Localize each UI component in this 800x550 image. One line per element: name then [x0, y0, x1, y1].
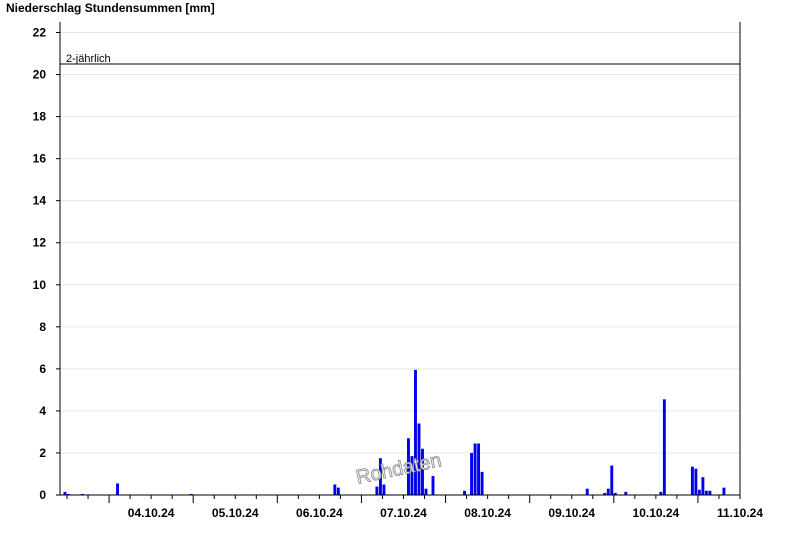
watermark-group: Rohdaten — [354, 449, 444, 489]
bar — [473, 443, 477, 495]
bar — [424, 488, 428, 495]
y-tick-label: 4 — [39, 404, 46, 418]
axes — [59, 22, 741, 496]
y-tick-label: 22 — [33, 26, 47, 40]
bar — [477, 443, 481, 495]
bar — [704, 490, 708, 495]
y-tick-label: 14 — [33, 194, 47, 208]
x-tick-label: 04.10.24 — [128, 506, 175, 520]
bar — [382, 484, 386, 495]
bar — [463, 490, 466, 495]
y-axis-ticks: 0 2 4 6 8 10 12 14 16 18 20 22 — [33, 26, 60, 502]
y-tick-label: 0 — [39, 488, 46, 502]
grid-lines — [60, 32, 740, 454]
x-tick-label: 07.10.24 — [380, 506, 427, 520]
y-tick-label: 6 — [39, 362, 46, 376]
reference-line-group: 2-jährlich — [60, 53, 740, 65]
reference-line-label: 2-jährlich — [66, 53, 111, 65]
bar — [701, 477, 705, 495]
precipitation-chart: 2-jährlich 0246810121416182022 04.10.24 0… — [33, 22, 763, 520]
y-tick-label: 2 — [39, 446, 46, 460]
bar — [694, 468, 698, 495]
x-axis-ticks: 04.10.24 05.10.24 06.10.24 07.10.24 08.10.24… — [66, 495, 763, 520]
bar — [610, 465, 614, 495]
watermark: Rohdaten — [354, 449, 443, 489]
bar — [431, 476, 435, 495]
y-tick-label: 10 — [33, 278, 47, 292]
bar — [480, 471, 484, 495]
y-tick-label: 12 — [33, 236, 47, 250]
bar — [116, 483, 119, 495]
x-tick-label: 08.10.24 — [464, 506, 511, 520]
x-tick-label: 10.10.24 — [633, 506, 680, 520]
bar — [336, 487, 340, 495]
x-tick-label: 05.10.24 — [212, 506, 259, 520]
bar — [333, 484, 337, 495]
bar — [690, 466, 694, 495]
bar — [470, 452, 474, 495]
y-tick-label: 8 — [39, 320, 46, 334]
x-tick-label: 06.10.24 — [296, 506, 343, 520]
bar — [697, 489, 701, 495]
y-tick-label: 20 — [33, 68, 47, 82]
bar — [585, 488, 589, 495]
bar — [708, 490, 712, 495]
bar — [722, 487, 726, 495]
x-tick-label: 09.10.24 — [548, 506, 595, 520]
bar — [375, 486, 379, 495]
bar — [606, 488, 610, 495]
bar — [662, 399, 666, 495]
y-tick-label: 16 — [33, 152, 47, 166]
y-tick-label: 18 — [33, 110, 47, 124]
x-tick-label: 11.10.24 — [717, 506, 763, 520]
